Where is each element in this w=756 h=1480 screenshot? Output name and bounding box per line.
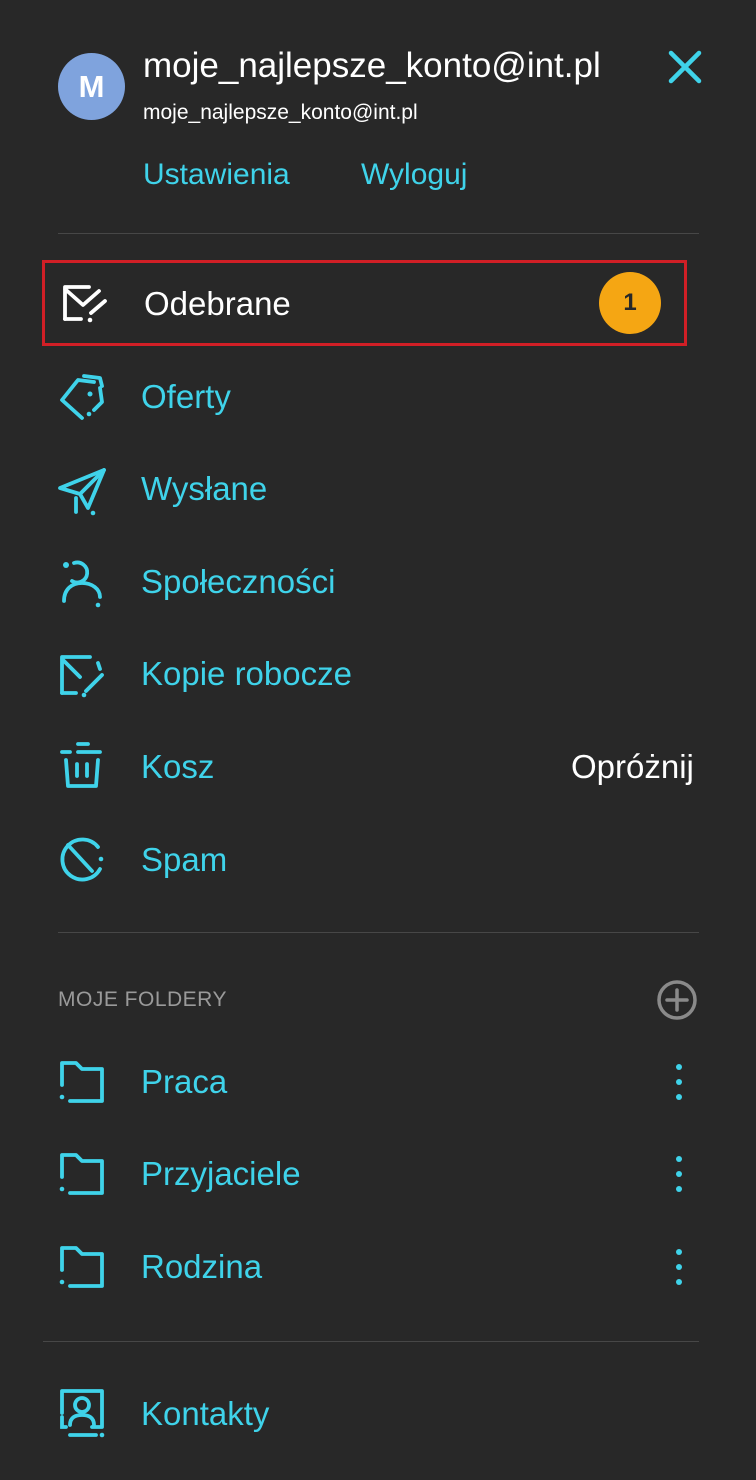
account-title: moje_najlepsze_konto@int.pl — [143, 46, 601, 85]
more-vertical-icon — [676, 1064, 682, 1100]
menu-label-spam: Spam — [141, 841, 228, 878]
avatar: M — [58, 53, 125, 120]
menu-item-inbox[interactable]: Odebrane 1 — [42, 260, 687, 346]
folder-options-button[interactable] — [664, 1151, 694, 1197]
add-folder-button[interactable] — [655, 978, 699, 1022]
folder-options-button[interactable] — [664, 1059, 694, 1105]
more-vertical-icon — [676, 1156, 682, 1192]
folder-label: Przyjaciele — [141, 1155, 301, 1192]
menu-label-contacts: Kontakty — [141, 1395, 270, 1432]
menu-label-social: Społeczności — [141, 563, 336, 600]
draft-icon — [60, 655, 104, 698]
folder-icon — [59, 1246, 104, 1288]
more-vertical-icon — [676, 1249, 682, 1285]
menu-label-trash: Kosz — [141, 748, 215, 785]
folder-label: Praca — [141, 1063, 228, 1100]
menu-item-trash[interactable]: Kosz Opróżnij — [42, 724, 694, 810]
settings-link[interactable]: Ustawienia — [143, 157, 290, 193]
menu-label-inbox: Odebrane — [144, 285, 291, 322]
folder-item[interactable]: Praca — [42, 1039, 687, 1125]
close-icon — [668, 50, 702, 84]
folder-item[interactable]: Rodzina — [42, 1224, 687, 1310]
logout-link[interactable]: Wyloguj — [361, 157, 467, 193]
menu-label-offers: Oferty — [141, 378, 231, 415]
inbox-icon — [63, 285, 107, 323]
menu-item-offers[interactable]: Oferty — [42, 354, 687, 440]
menu-label-sent: Wysłane — [141, 470, 268, 507]
folder-icon — [59, 1153, 104, 1195]
folder-icon — [59, 1061, 104, 1103]
trash-icon — [60, 742, 102, 788]
divider — [43, 1341, 699, 1342]
unread-count-badge: 1 — [599, 272, 661, 334]
menu-label-drafts: Kopie robocze — [141, 655, 352, 692]
close-button[interactable] — [662, 44, 708, 90]
folders-section-title: MOJE FOLDERY — [58, 988, 227, 1011]
paper-plane-icon — [58, 468, 106, 516]
spam-icon — [60, 837, 104, 882]
tag-icon — [60, 374, 104, 420]
contacts-icon — [60, 1389, 105, 1438]
divider — [58, 932, 699, 933]
empty-trash-button[interactable]: Opróżnij — [571, 747, 694, 787]
account-email: moje_najlepsze_konto@int.pl — [143, 101, 418, 124]
plus-circle-icon — [657, 980, 697, 1020]
people-icon — [62, 560, 102, 608]
folder-item[interactable]: Przyjaciele — [42, 1131, 687, 1217]
menu-item-drafts[interactable]: Kopie robocze — [42, 631, 687, 717]
menu-item-spam[interactable]: Spam — [42, 817, 687, 903]
folder-label: Rodzina — [141, 1248, 263, 1285]
folder-options-button[interactable] — [664, 1244, 694, 1290]
menu-item-contacts[interactable]: Kontakty — [42, 1371, 687, 1457]
divider — [58, 233, 699, 234]
menu-item-social[interactable]: Społeczności — [42, 539, 687, 625]
menu-item-sent[interactable]: Wysłane — [42, 446, 687, 532]
